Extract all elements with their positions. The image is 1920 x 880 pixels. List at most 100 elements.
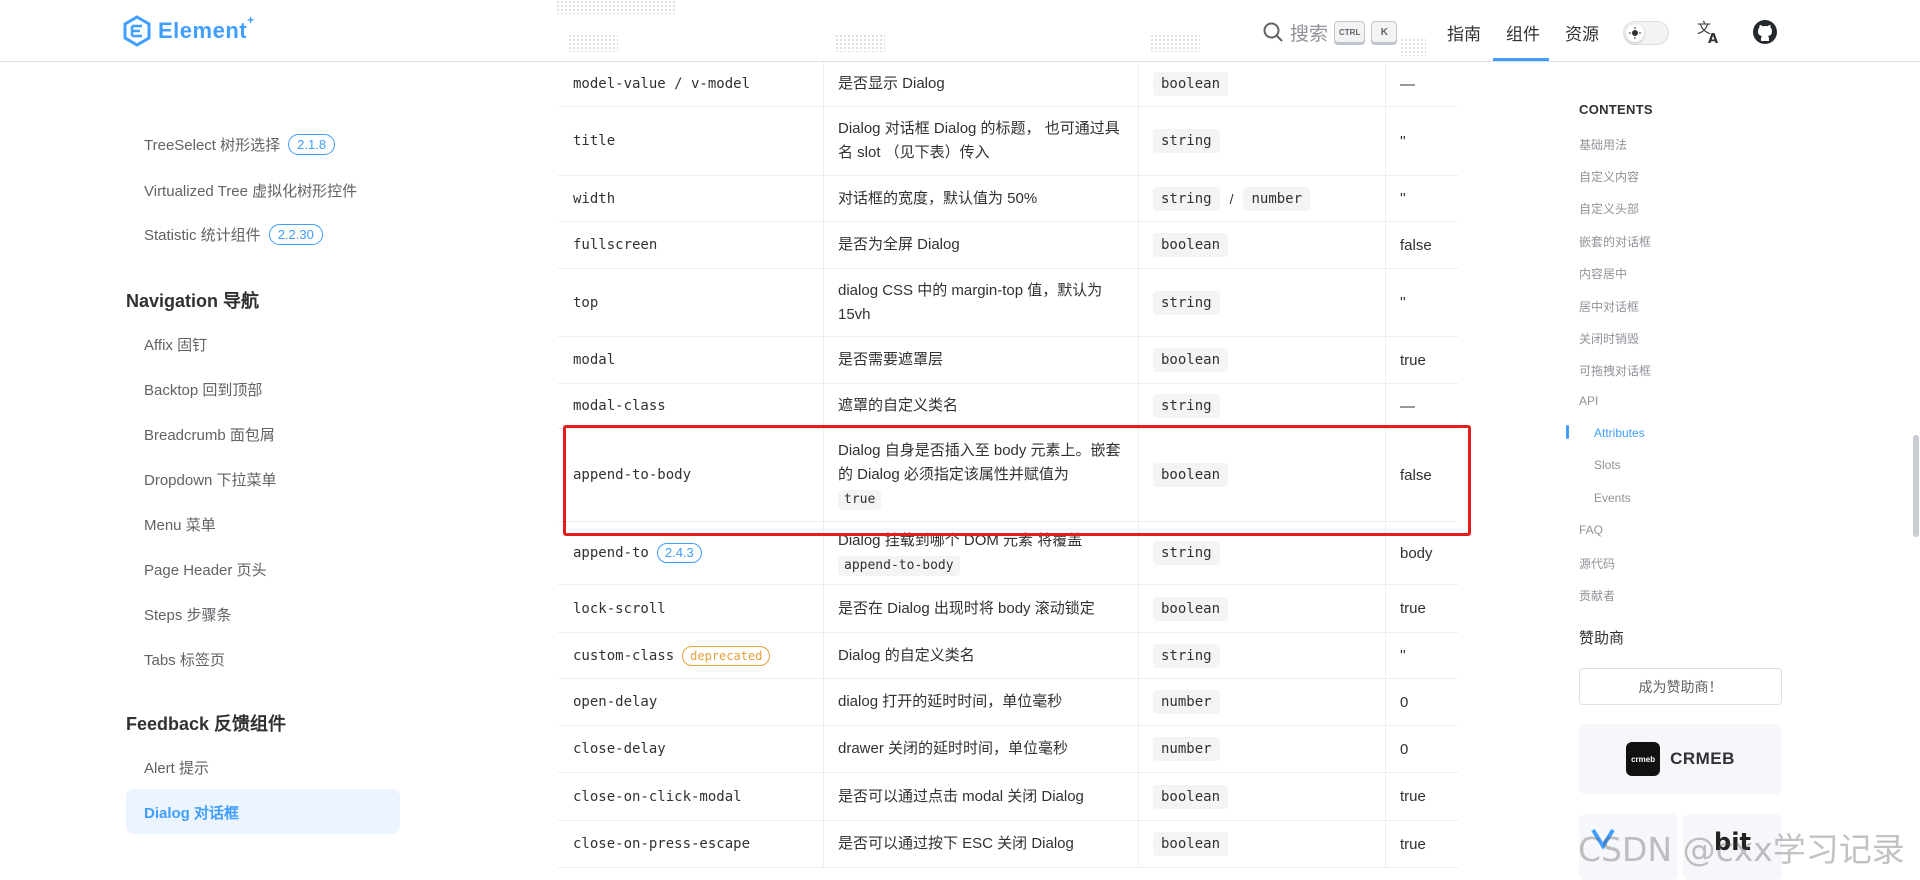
page-scrollbar[interactable] [1913, 435, 1919, 537]
sidebar-item-breadcrumb[interactable]: Breadcrumb 面包屑 [144, 424, 275, 445]
toc-item[interactable]: 嵌套的对话框 [1579, 233, 1651, 250]
version-badge: 2.2.30 [268, 224, 323, 245]
attr-desc: 是否需要遮罩层 [838, 351, 944, 368]
toc-item[interactable]: 贡献者 [1579, 587, 1615, 604]
attr-default: false [1400, 466, 1432, 484]
attr-desc: drawer 关闭的延时时间，单位毫秒 [838, 740, 1069, 757]
attr-name: close-delay [573, 741, 666, 757]
table-row-highlighted: append-to-body Dialog 自身是否插入至 body 元素上。嵌… [558, 429, 1458, 522]
toc-item-active[interactable]: Attributes [1594, 426, 1645, 440]
attr-default: true [1400, 788, 1426, 805]
toc-item[interactable]: 内容居中 [1579, 265, 1627, 282]
sidebar-item-dropdown[interactable]: Dropdown 下拉菜单 [144, 469, 277, 490]
bit-logo-text: bit [1714, 828, 1751, 856]
attr-type: boolean [1153, 348, 1229, 372]
table-row: width 对话框的宽度，默认值为 50% string / number '' [558, 176, 1458, 222]
inline-code: append-to-body [838, 556, 960, 576]
attr-default: — [1400, 397, 1415, 415]
sidebar-item-backtop[interactable]: Backtop 回到顶部 [144, 379, 262, 400]
sponsor-crmeb[interactable]: crmeb CRMEB [1579, 724, 1782, 794]
table-row: model-value / v-model 是否显示 Dialog boolea… [558, 62, 1458, 107]
sidebar-item-tabs[interactable]: Tabs 标签页 [144, 649, 225, 670]
attr-desc: Dialog 自身是否插入至 body 元素上。嵌套的 Dialog 必须指定该… [838, 429, 1128, 521]
nav-active-indicator [1493, 58, 1549, 61]
attr-desc: 是否在 Dialog 出现时将 body 滚动锁定 [838, 599, 1095, 617]
sidebar-item-page-header[interactable]: Page Header 页头 [144, 559, 267, 580]
decorative-dots [1400, 38, 1426, 56]
attr-name: model-value / v-model [573, 76, 751, 92]
sidebar-item-statistic[interactable]: Statistic 统计组件 2.2.30 [144, 224, 323, 245]
attr-desc: 是否为全屏 Dialog [838, 236, 960, 253]
theme-toggle[interactable] [1623, 21, 1669, 45]
nav-components[interactable]: 组件 [1506, 20, 1540, 45]
sidebar-item-affix[interactable]: Affix 固钉 [144, 334, 207, 355]
inline-code: true [838, 490, 882, 510]
decorative-dots [1150, 34, 1200, 52]
toc-item[interactable]: API [1579, 394, 1598, 408]
deprecated-badge: deprecated [682, 645, 771, 666]
table-row: title Dialog 对话框 Dialog 的标题， 也可通过具名 slot… [558, 107, 1458, 176]
attr-type: boolean [1153, 784, 1229, 809]
attr-name: custom-class deprecated [573, 633, 823, 678]
become-sponsor-button[interactable]: 成为赞助商！ [1579, 668, 1782, 705]
table-row: modal 是否需要遮罩层 boolean true [558, 337, 1458, 384]
nav-guide[interactable]: 指南 [1447, 20, 1481, 45]
table-row: custom-class deprecated Dialog 的自定义类名 st… [558, 633, 1458, 679]
search-button[interactable]: 搜索 CTRL K [1262, 18, 1398, 46]
toc-item[interactable]: 自定义头部 [1579, 200, 1639, 217]
table-of-contents: CONTENTS 基础用法 自定义内容 自定义头部 嵌套的对话框 内容居中 居中… [1566, 62, 1920, 880]
toc-item[interactable]: 可拖拽对话框 [1579, 362, 1651, 379]
attr-name: modal-class [573, 398, 666, 414]
nav-resources[interactable]: 资源 [1565, 20, 1599, 45]
kbd-k: K [1371, 21, 1398, 43]
toc-item[interactable]: 自定义内容 [1579, 168, 1639, 185]
sidebar-item-dialog[interactable]: Dialog 对话框 [144, 802, 239, 823]
toc-item[interactable]: 关闭时销毁 [1579, 330, 1639, 347]
sidebar-item-treeselect[interactable]: TreeSelect 树形选择 2.1.8 [144, 134, 336, 155]
sidebar-item-steps[interactable]: Steps 步骤条 [144, 604, 232, 625]
toc-item[interactable]: Events [1594, 491, 1631, 505]
sidebar-item-virtualized-tree[interactable]: Virtualized Tree 虚拟化树形控件 [144, 180, 357, 201]
attr-desc: Dialog 挂载到哪个 DOM 元素 将覆盖 append-to-body [838, 522, 1128, 584]
attr-name: close-on-press-escape [573, 836, 751, 852]
sponsor-logo-icon [1591, 828, 1615, 850]
attr-desc: Dialog 对话框 Dialog 的标题， 也可通过具名 slot （见下表）… [838, 120, 1120, 161]
toc-item[interactable]: 基础用法 [1579, 136, 1627, 153]
crmeb-logo: crmeb [1626, 742, 1661, 776]
toc-item[interactable]: 居中对话框 [1579, 298, 1639, 315]
decorative-dots [568, 34, 618, 52]
toc-item[interactable]: FAQ [1579, 523, 1603, 537]
attr-desc: 是否可以通过按下 ESC 关闭 Dialog [838, 835, 1074, 852]
sidebar-item-menu[interactable]: Menu 菜单 [144, 514, 216, 535]
attr-default: 0 [1400, 693, 1409, 711]
attr-type: string [1153, 541, 1220, 565]
attr-name: title [573, 133, 616, 149]
kbd-ctrl: CTRL [1334, 21, 1366, 43]
element-logo[interactable]: Element+ [122, 13, 255, 48]
decorative-dots [556, 0, 676, 14]
attr-default: '' [1400, 647, 1406, 664]
attr-type: string [1153, 290, 1220, 315]
type-separator: / [1229, 190, 1234, 207]
attr-default: '' [1400, 190, 1406, 207]
attr-default: '' [1400, 132, 1406, 150]
translate-icon[interactable]: 文 A [1696, 19, 1722, 50]
sponsor-bit[interactable]: bit [1683, 814, 1782, 880]
sidebar-item-alert[interactable]: Alert 提示 [144, 757, 209, 778]
attr-default: true [1400, 835, 1426, 853]
attr-name: append-to 2.4.3 [573, 522, 823, 584]
attr-type: number [1153, 690, 1220, 714]
top-header: Element+ 搜索 CTRL K 指南 组件 资源 文 A [0, 0, 1920, 62]
sponsor-logo[interactable] [1579, 814, 1678, 880]
search-label: 搜索 [1290, 23, 1329, 45]
sidebar-item-label: Statistic 统计组件 [144, 227, 261, 244]
attr-name: open-delay [573, 694, 658, 710]
attr-default: body [1400, 544, 1433, 562]
github-icon[interactable] [1752, 19, 1778, 50]
attr-desc: 对话框的宽度，默认值为 50% [838, 189, 1038, 207]
attr-desc: Dialog 的自定义类名 [838, 646, 975, 664]
attr-desc: dialog 打开的延时时间，单位毫秒 [838, 693, 1063, 710]
toc-item[interactable]: Slots [1594, 458, 1621, 472]
attr-type: boolean [1153, 832, 1229, 856]
toc-item[interactable]: 源代码 [1579, 555, 1615, 572]
